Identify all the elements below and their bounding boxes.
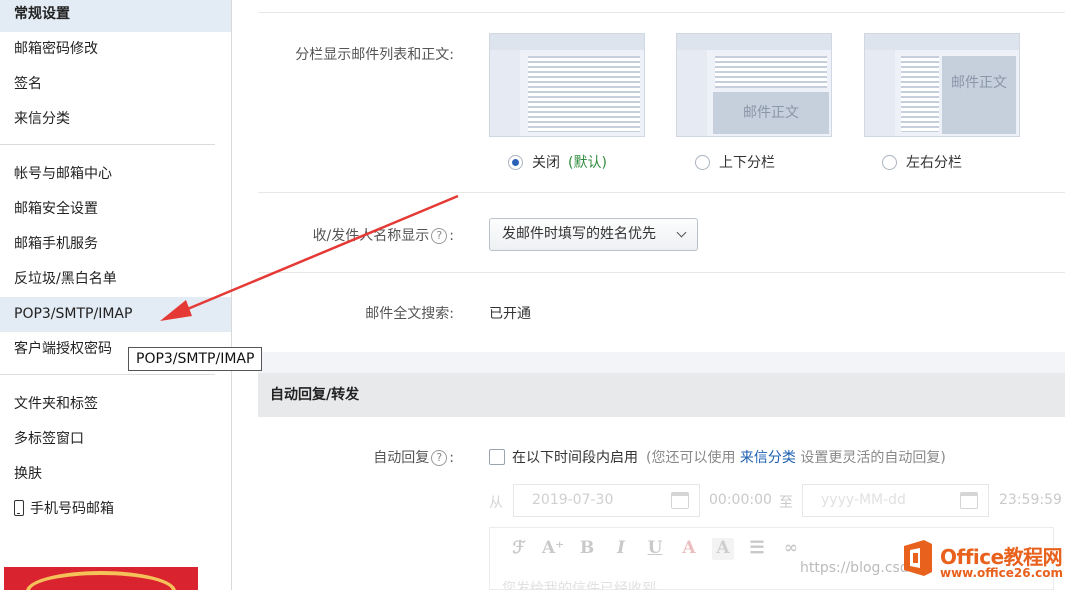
end-time-value[interactable]: 23:59:59: [999, 492, 1062, 508]
hint-prefix: (您还可以使用: [646, 450, 735, 466]
row-divider: [258, 192, 1065, 193]
font-size-icon[interactable]: A⁺: [536, 538, 570, 560]
preview-topbar: [677, 34, 831, 50]
sidebar-item-skin[interactable]: 换肤: [0, 457, 231, 492]
layout-preview-top-bottom[interactable]: 邮件正文: [676, 33, 832, 137]
label-colon: :: [449, 450, 454, 466]
sidebar-item-password[interactable]: 邮箱密码修改: [0, 32, 231, 67]
auto-reply-hint: (您还可以使用 来信分类 设置更灵活的自动回复): [646, 450, 946, 466]
chevron-down-icon: [677, 228, 687, 238]
auto-reply-label: 自动回复: [373, 450, 429, 466]
promo-ring-shape: [26, 571, 176, 590]
calendar-icon[interactable]: [671, 492, 689, 509]
layout-preview-off[interactable]: [489, 33, 645, 137]
mobile-phone-icon: [14, 500, 24, 516]
mail-category-link[interactable]: 来信分类: [740, 450, 796, 466]
sidebar-item-antispam[interactable]: 反垃圾/黑白名单: [0, 262, 231, 297]
end-date-placeholder: yyyy-MM-dd: [821, 492, 906, 508]
editor-content[interactable]: 您发给我的信件已经收到。: [502, 578, 670, 590]
row-divider: [258, 272, 1065, 273]
sidebar-item-folders-tags[interactable]: 文件夹和标签: [0, 387, 231, 422]
fulltext-label: 邮件全文搜索:: [365, 303, 454, 323]
radio-label: 上下分栏: [719, 152, 775, 172]
nav-group-account: 帐号与邮箱中心 邮箱安全设置 邮箱手机服务 反垃圾/黑白名单 POP3/SMTP…: [0, 145, 231, 367]
sidebar-item-security[interactable]: 邮箱安全设置: [0, 192, 231, 227]
preview-mail-body: 邮件正文: [942, 56, 1016, 134]
default-tag: (默认): [568, 152, 607, 172]
sidebar-item-multi-tab[interactable]: 多标签窗口: [0, 422, 231, 457]
from-label: 从: [489, 492, 503, 512]
nav-group-personalize: 文件夹和标签 多标签窗口 换肤 手机号码邮箱: [0, 375, 231, 527]
editor-toolbar: ℱ A⁺ B I U A A ☰ ∞: [502, 538, 808, 560]
sidebar-item-mail-category[interactable]: 来信分类: [0, 102, 231, 137]
link-icon[interactable]: ∞: [774, 538, 808, 560]
section-title-auto-reply: 自动回复/转发: [258, 373, 1065, 417]
italic-icon[interactable]: I: [604, 538, 638, 560]
sidebar-item-pop3-smtp-imap[interactable]: POP3/SMTP/IMAP: [0, 297, 231, 332]
sidebar-item-general[interactable]: 常规设置: [0, 0, 231, 32]
preview-leftbar: [677, 50, 707, 136]
select-value: 发邮件时填写的姓名优先: [502, 226, 656, 242]
radio-label: 关闭: [532, 152, 560, 172]
auto-reply-checkbox[interactable]: [489, 449, 505, 465]
preview-mail-list: [715, 56, 827, 88]
preview-mail-body: 邮件正文: [713, 92, 829, 134]
radio-label: 左右分栏: [906, 152, 962, 172]
sender-name-label-group: 收/发件人名称显示?:: [313, 225, 454, 245]
sidebar-item-label: 手机号码邮箱: [30, 501, 114, 517]
layout-radio-left-right[interactable]: 左右分栏: [882, 152, 962, 172]
layout-preview-left-right[interactable]: 邮件正文: [864, 33, 1020, 137]
font-color-icon[interactable]: A: [672, 538, 706, 560]
align-icon[interactable]: ☰: [740, 538, 774, 560]
promo-banner[interactable]: [4, 567, 198, 590]
layout-radio-top-bottom[interactable]: 上下分栏: [695, 152, 775, 172]
background-color-icon[interactable]: A: [712, 538, 734, 560]
hint-suffix: 设置更灵活的自动回复): [800, 450, 945, 466]
start-date-value: 2019-07-30: [532, 492, 613, 508]
end-date-input[interactable]: yyyy-MM-dd: [802, 484, 989, 517]
radio-unchecked-icon[interactable]: [882, 155, 897, 170]
preview-mail-list: [901, 56, 939, 132]
preview-leftbar: [865, 50, 895, 136]
help-icon[interactable]: ?: [431, 228, 447, 244]
office26-logo: Office教程网 www.office26.com: [900, 538, 1065, 590]
start-time-value[interactable]: 00:00:00: [709, 492, 772, 508]
calendar-icon[interactable]: [960, 492, 978, 509]
radio-unchecked-icon[interactable]: [695, 155, 710, 170]
help-icon[interactable]: ?: [431, 450, 447, 466]
sender-name-select[interactable]: 发邮件时填写的姓名优先: [489, 218, 698, 251]
underline-icon[interactable]: U: [638, 538, 672, 560]
to-label: 至: [779, 492, 793, 512]
settings-sidebar: 常规设置 邮箱密码修改 签名 来信分类 帐号与邮箱中心 邮箱安全设置 邮箱手机服…: [0, 0, 232, 590]
sidebar-item-signature[interactable]: 签名: [0, 67, 231, 102]
preview-mail-list: [528, 56, 640, 132]
preview-topbar: [490, 34, 644, 50]
settings-main: 分栏显示邮件列表和正文: 邮件正文 邮件正文 关闭 (默认) 上下分栏 左右分栏…: [258, 0, 1065, 590]
sidebar-item-account-center[interactable]: 帐号与邮箱中心: [0, 157, 231, 192]
row-divider: [258, 12, 1065, 13]
section-gap: [258, 352, 1065, 373]
bold-icon[interactable]: B: [570, 538, 604, 560]
layout-label: 分栏显示邮件列表和正文:: [295, 44, 454, 64]
auto-reply-checkbox-label-group: 在以下时间段内启用 (您还可以使用 来信分类 设置更灵活的自动回复): [512, 447, 946, 467]
auto-reply-checkbox-label[interactable]: 在以下时间段内启用: [512, 450, 638, 466]
layout-radio-off[interactable]: 关闭 (默认): [508, 152, 607, 172]
label-colon: :: [449, 228, 454, 244]
nav-group-general: 常规设置 邮箱密码修改 签名 来信分类: [0, 0, 231, 137]
font-family-icon[interactable]: ℱ: [502, 538, 536, 560]
start-date-input[interactable]: 2019-07-30: [513, 484, 700, 517]
sidebar-item-mobile-service[interactable]: 邮箱手机服务: [0, 227, 231, 262]
preview-leftbar: [490, 50, 520, 136]
logo-url: www.office26.com: [940, 566, 1063, 580]
radio-checked-icon[interactable]: [508, 155, 523, 170]
tooltip: POP3/SMTP/IMAP: [128, 347, 262, 371]
preview-topbar: [865, 34, 1019, 50]
auto-reply-label-group: 自动回复?:: [373, 447, 454, 467]
fulltext-status: 已开通: [489, 303, 531, 323]
office-logo-icon: [900, 538, 936, 578]
sidebar-item-phone-mailbox[interactable]: 手机号码邮箱: [0, 492, 231, 527]
sender-name-label: 收/发件人名称显示: [313, 228, 430, 244]
